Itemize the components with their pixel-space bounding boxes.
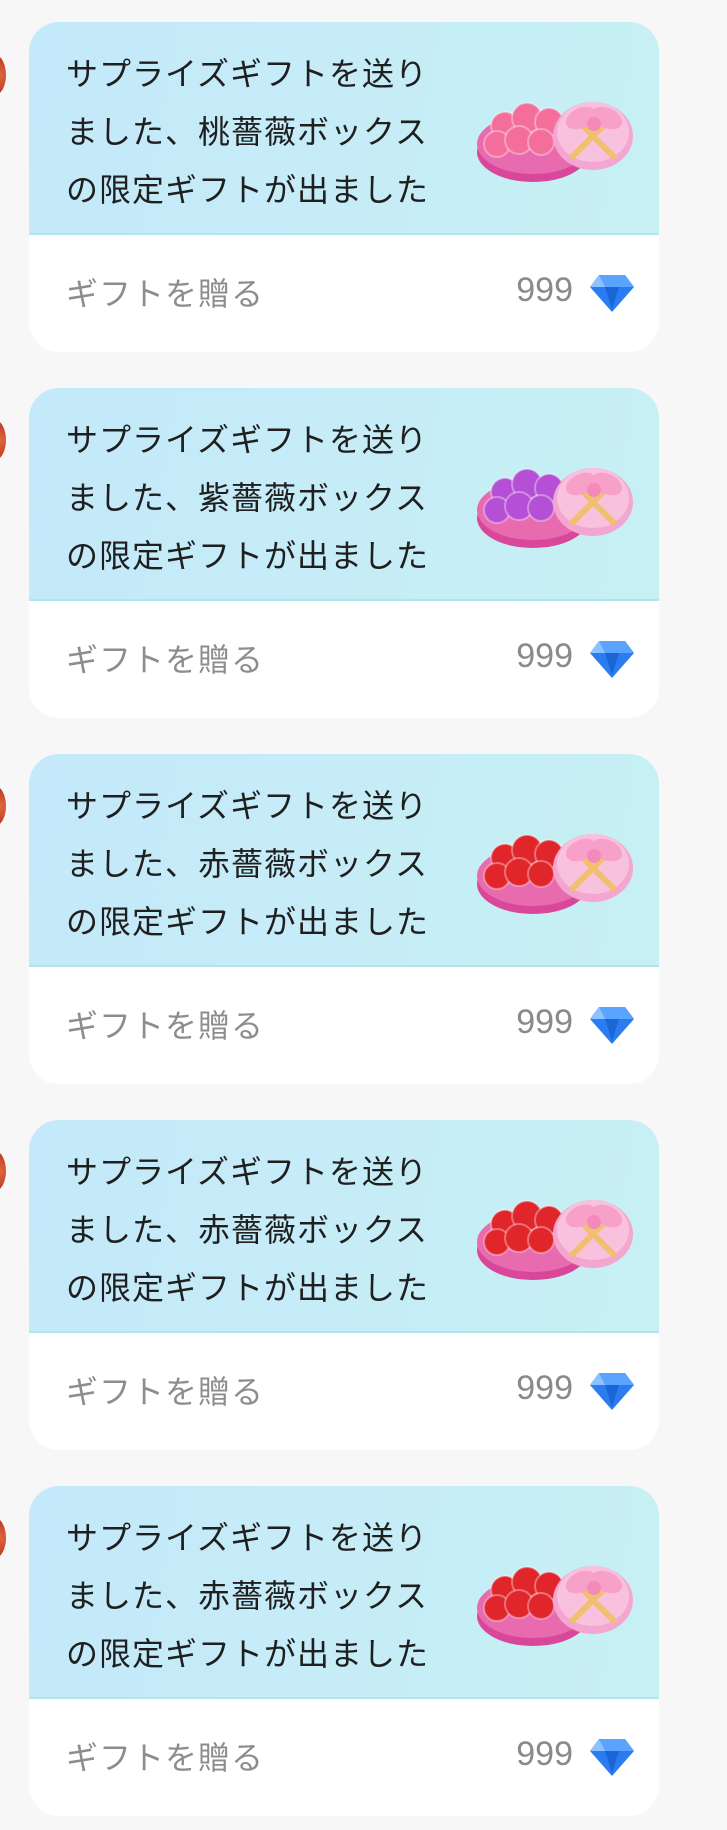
gift-message-line: サプライズギフトを送り [66, 1519, 429, 1557]
gift-message-card: サプライズギフトを送り ました、赤薔薇ボックス の限定ギフトが出ました ギフトを… [29, 1120, 659, 1450]
send-gift-button[interactable]: ギフトを贈る [66, 1367, 264, 1413]
gift-price: 999 [516, 1735, 573, 1773]
gift-message-card: サプライズギフトを送り ました、赤薔薇ボックス の限定ギフトが出ました ギフトを… [29, 754, 659, 1084]
send-gift-button[interactable]: ギフトを贈る [66, 1733, 264, 1779]
gift-message-line: ました、赤薔薇ボックス [66, 1211, 429, 1249]
gift-message-card: サプライズギフトを送り ました、紫薔薇ボックス の限定ギフトが出ました ギフトを… [29, 388, 659, 718]
gift-price: 999 [516, 271, 573, 309]
gift-price: 999 [516, 1369, 573, 1407]
red-rose-gift-box-icon [477, 1566, 633, 1646]
send-gift-button[interactable]: ギフトを贈る [66, 269, 264, 315]
gift-action-bar: ギフトを贈る 999 [29, 1699, 659, 1816]
diamond-icon [590, 1373, 634, 1410]
gift-message-line: サプライズギフトを送り [66, 421, 429, 459]
gift-message-line: サプライズギフトを送り [66, 787, 429, 825]
gift-message-header: サプライズギフトを送り ました、赤薔薇ボックス の限定ギフトが出ました [29, 1486, 659, 1699]
send-gift-button[interactable]: ギフトを贈る [66, 1001, 264, 1047]
sender-avatar[interactable] [0, 1518, 6, 1558]
gift-message-header: サプライズギフトを送り ました、赤薔薇ボックス の限定ギフトが出ました [29, 1120, 659, 1333]
red-rose-gift-box-icon [477, 1200, 633, 1280]
diamond-icon [590, 641, 634, 678]
gift-message-header: サプライズギフトを送り ました、桃薔薇ボックス の限定ギフトが出ました [29, 22, 659, 235]
send-gift-button[interactable]: ギフトを贈る [66, 635, 264, 681]
gift-action-bar: ギフトを贈る 999 [29, 601, 659, 718]
gift-message-line: の限定ギフトが出ました [66, 171, 430, 209]
gift-message-line: ました、桃薔薇ボックス [66, 113, 429, 151]
gift-message-line: サプライズギフトを送り [66, 1153, 429, 1191]
gift-message-text: サプライズギフトを送り ました、赤薔薇ボックス の限定ギフトが出ました [66, 1509, 466, 1683]
sender-avatar[interactable] [0, 1151, 6, 1191]
gift-message-text: サプライズギフトを送り ました、桃薔薇ボックス の限定ギフトが出ました [66, 45, 466, 219]
gift-message-text: サプライズギフトを送り ました、紫薔薇ボックス の限定ギフトが出ました [66, 411, 466, 585]
red-rose-gift-box-icon [477, 834, 633, 914]
gift-message-text: サプライズギフトを送り ました、赤薔薇ボックス の限定ギフトが出ました [66, 777, 466, 951]
pink-rose-gift-box-icon [477, 102, 633, 182]
gift-action-bar: ギフトを贈る 999 [29, 235, 659, 352]
gift-price: 999 [516, 1003, 573, 1041]
gift-message-line: ました、赤薔薇ボックス [66, 1577, 429, 1615]
sender-avatar[interactable] [0, 420, 6, 460]
gift-message-line: の限定ギフトが出ました [66, 537, 430, 575]
gift-message-line: の限定ギフトが出ました [66, 1635, 430, 1673]
gift-message-line: の限定ギフトが出ました [66, 903, 430, 941]
gift-message-line: ました、紫薔薇ボックス [66, 479, 429, 517]
gift-message-header: サプライズギフトを送り ました、紫薔薇ボックス の限定ギフトが出ました [29, 388, 659, 601]
diamond-icon [590, 275, 634, 312]
sender-avatar[interactable] [0, 786, 6, 826]
gift-message-text: サプライズギフトを送り ました、赤薔薇ボックス の限定ギフトが出ました [66, 1143, 466, 1317]
gift-message-card: サプライズギフトを送り ました、赤薔薇ボックス の限定ギフトが出ました ギフトを… [29, 1486, 659, 1816]
purple-rose-gift-box-icon [477, 468, 633, 548]
gift-message-header: サプライズギフトを送り ました、赤薔薇ボックス の限定ギフトが出ました [29, 754, 659, 967]
gift-message-card: サプライズギフトを送り ました、桃薔薇ボックス の限定ギフトが出ました ギフトを… [29, 22, 659, 352]
diamond-icon [590, 1007, 634, 1044]
gift-action-bar: ギフトを贈る 999 [29, 967, 659, 1084]
gift-price: 999 [516, 637, 573, 675]
gift-message-line: サプライズギフトを送り [66, 55, 429, 93]
sender-avatar[interactable] [0, 55, 6, 95]
gift-action-bar: ギフトを贈る 999 [29, 1333, 659, 1450]
gift-message-line: の限定ギフトが出ました [66, 1269, 430, 1307]
gift-message-line: ました、赤薔薇ボックス [66, 845, 429, 883]
diamond-icon [590, 1739, 634, 1776]
